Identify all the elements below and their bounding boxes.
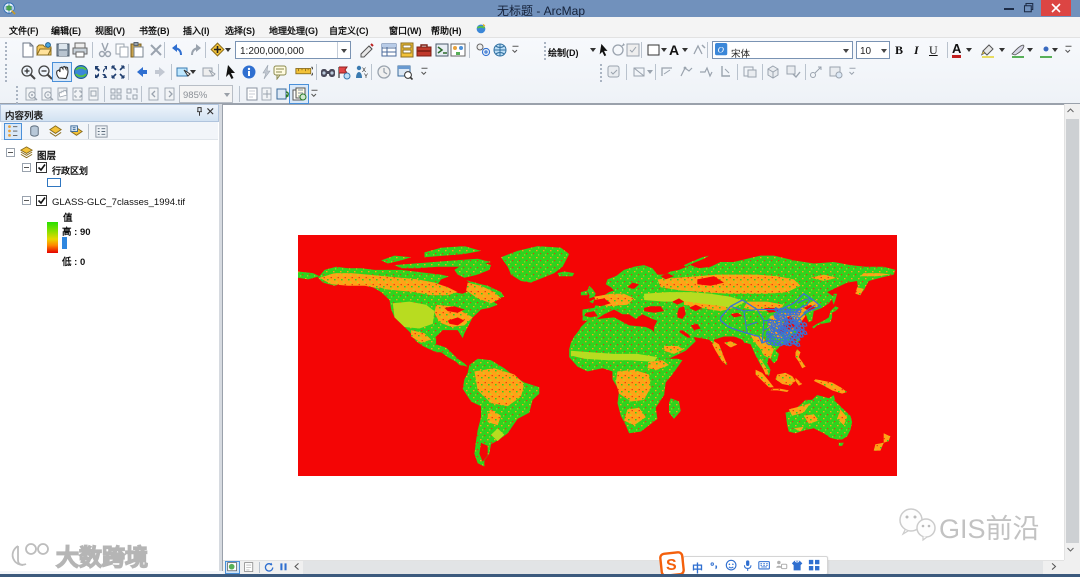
svg-text:大数跨境: 大数跨境 xyxy=(56,544,148,570)
svg-text:O: O xyxy=(718,45,725,55)
svg-text:Y: Y xyxy=(364,74,368,80)
svg-text:GIS前沿: GIS前沿 xyxy=(939,514,1040,544)
svg-text:S: S xyxy=(666,557,677,574)
